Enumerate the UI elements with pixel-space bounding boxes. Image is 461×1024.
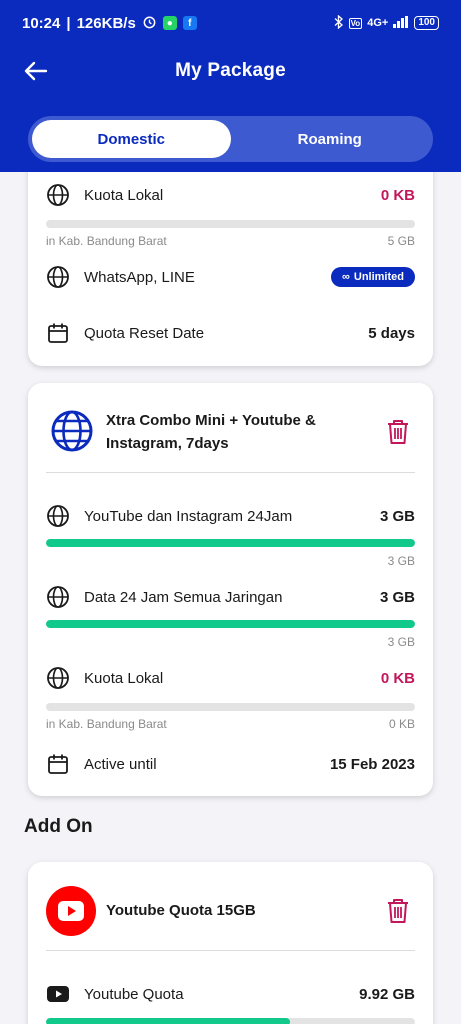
quota-progress-bar <box>46 1018 415 1024</box>
facebook-icon: f <box>182 16 197 30</box>
reset-date-row: Quota Reset Date 5 days <box>46 318 415 348</box>
package-card-1: Kuota Lokal 0 KB in Kab. Bandung Barat 5… <box>28 150 433 366</box>
package-card-2: Xtra Combo Mini + Youtube & Instagram, 7… <box>28 383 433 796</box>
quota-total: 3 GB <box>387 635 415 649</box>
quota-caption: in Kab. Bandung Barat 0 KB <box>46 717 415 731</box>
calendar-icon <box>46 752 70 776</box>
tab-roaming[interactable]: Roaming <box>231 120 430 158</box>
status-time: 10:24 <box>22 14 61 32</box>
status-speed: 126KB/s <box>76 14 136 32</box>
whatsapp-icon: ● <box>162 16 177 30</box>
quota-location: in Kab. Bandung Barat <box>46 717 167 731</box>
quota-label: Data 24 Jam Semua Jaringan <box>84 588 283 606</box>
quota-value: 3 GB <box>379 588 415 606</box>
package-title: Xtra Combo Mini + Youtube & Instagram, 7… <box>106 412 316 452</box>
battery-icon: 100 <box>414 16 439 30</box>
network-type: 4G+ <box>367 17 389 29</box>
globe-icon <box>46 265 70 289</box>
package-globe-icon <box>50 409 94 453</box>
add-on-title: Youtube Quota 15GB <box>106 902 256 919</box>
package-type-switch: Domestic Roaming <box>28 116 433 162</box>
quota-label: Youtube Quota <box>84 985 184 1003</box>
active-until-value: 15 Feb 2023 <box>329 755 415 773</box>
quota-label: WhatsApp, LINE <box>84 268 195 286</box>
quota-row: Data 24 Jam Semua Jaringan 3 GB <box>46 582 415 612</box>
quota-progress-bar <box>46 539 415 547</box>
active-until-label: Active until <box>84 755 157 773</box>
tab-domestic[interactable]: Domestic <box>32 120 231 158</box>
quota-caption: 3 GB <box>46 635 415 649</box>
quota-location: in Kab. Bandung Barat <box>46 234 167 248</box>
reset-date-value: 5 days <box>368 324 415 342</box>
globe-icon <box>46 666 70 690</box>
globe-icon <box>46 183 70 207</box>
quota-total: 5 GB <box>387 234 415 248</box>
bluetooth-icon <box>334 14 344 32</box>
quota-row: WhatsApp, LINE ∞ Unlimited <box>46 262 415 292</box>
delete-trash-icon[interactable] <box>387 898 411 924</box>
header: 10:24 | 126KB/s ● f Vo 4G+ 100 My Packag… <box>0 0 461 172</box>
quota-progress-bar <box>46 703 415 711</box>
unlimited-badge: ∞ Unlimited <box>331 267 415 287</box>
delete-trash-icon[interactable] <box>387 419 411 445</box>
quota-progress-bar <box>46 220 415 228</box>
quota-label: Kuota Lokal <box>84 669 164 687</box>
status-bar: 10:24 | 126KB/s ● f Vo 4G+ 100 <box>0 0 461 46</box>
add-on-card: Youtube Quota 15GB Youtube Quota 9.92 GB <box>28 862 433 1024</box>
quota-total: 0 KB <box>388 717 415 731</box>
page-title: My Package <box>175 60 286 81</box>
add-on-section-title: Add On <box>24 816 93 837</box>
globe-icon <box>46 504 70 528</box>
quota-total: 3 GB <box>387 554 415 568</box>
quota-caption: 3 GB <box>46 554 415 568</box>
quota-value: 9.92 GB <box>359 985 415 1003</box>
quota-caption: in Kab. Bandung Barat 5 GB <box>46 234 415 248</box>
active-until-row: Active until 15 Feb 2023 <box>46 749 415 779</box>
quota-value: 3 GB <box>379 507 415 525</box>
reset-date-label: Quota Reset Date <box>84 324 205 342</box>
divider <box>46 472 415 473</box>
infinity-icon: ∞ <box>342 271 350 283</box>
back-arrow-icon[interactable] <box>24 57 54 85</box>
alarm-icon <box>142 14 157 33</box>
quota-row: Kuota Lokal 0 KB <box>46 663 415 693</box>
quota-progress-bar <box>46 620 415 628</box>
divider <box>46 950 415 951</box>
youtube-icon <box>46 982 70 1006</box>
quota-label: YouTube dan Instagram 24Jam <box>84 507 293 525</box>
quota-label: Kuota Lokal <box>84 186 164 204</box>
calendar-icon <box>46 321 70 345</box>
quota-row: Kuota Lokal 0 KB <box>46 180 415 210</box>
quota-row: Youtube Quota 9.92 GB <box>46 979 415 1009</box>
signal-icon <box>393 15 409 31</box>
globe-icon <box>46 585 70 609</box>
youtube-logo-icon <box>46 886 96 936</box>
volte-icon: Vo <box>348 17 363 29</box>
quota-value: 0 KB <box>380 186 415 204</box>
top-bar: My Package <box>0 46 461 96</box>
quota-row: YouTube dan Instagram 24Jam 3 GB <box>46 501 415 531</box>
quota-value: 0 KB <box>380 669 415 687</box>
